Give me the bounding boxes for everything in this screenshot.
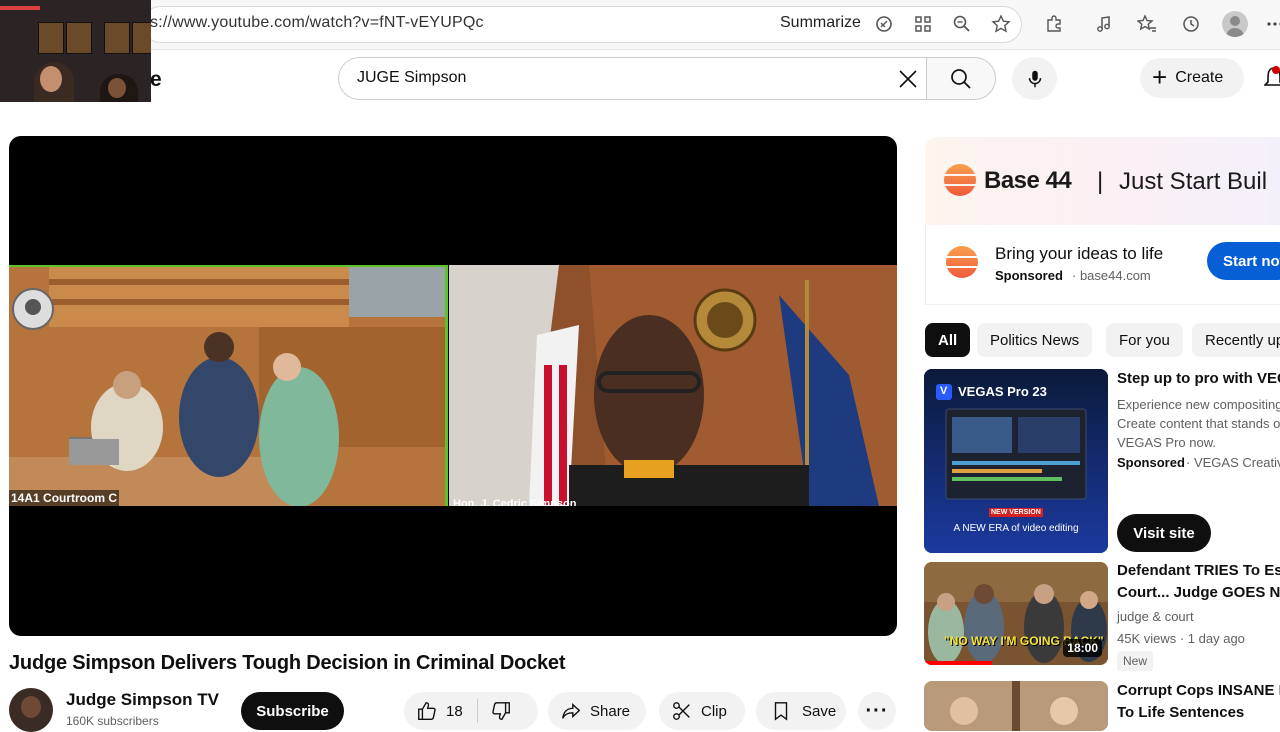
ad-domain: · base44.com — [1072, 268, 1151, 283]
left-feed-caption: 14A1 Courtroom C — [9, 490, 120, 506]
like-thumbs-up-icon[interactable] — [416, 700, 438, 722]
summarize-button[interactable]: Summarize — [780, 14, 861, 32]
favorites-list-icon[interactable] — [1136, 13, 1158, 35]
video-duration: 18:00 — [1063, 639, 1102, 657]
extensions-icon[interactable] — [1043, 13, 1065, 35]
like-count[interactable]: 18 — [446, 703, 463, 720]
thumb-badge: NEW VERSION — [989, 508, 1043, 517]
start-now-button[interactable]: Start now — [1207, 242, 1280, 280]
rec-description: Create content that stands o — [1117, 416, 1280, 431]
voice-search-button[interactable] — [1012, 57, 1057, 100]
rec-sponsor-name: · VEGAS Creative — [1186, 455, 1280, 470]
video-title: Judge Simpson Delivers Tough Decision in… — [9, 652, 566, 674]
share-button[interactable]: Share — [548, 692, 646, 730]
clip-label: Clip — [701, 702, 727, 720]
microphone-icon — [1028, 70, 1041, 87]
clear-search-icon[interactable] — [896, 67, 920, 91]
media-control-icon[interactable] — [1093, 13, 1115, 35]
rec-thumbnail-vegas[interactable]: V VEGAS Pro 23 NEW VERSION A NEW ERA of … — [924, 369, 1108, 553]
ad-advertiser-logo-icon — [946, 246, 978, 278]
search-icon — [951, 68, 971, 89]
favorite-star-icon[interactable] — [990, 13, 1012, 35]
chip-recently-uploaded[interactable]: Recently up — [1192, 323, 1280, 357]
apps-grid-icon[interactable] — [912, 13, 934, 35]
subscriber-count: 160K subscribers — [66, 714, 159, 728]
share-arrow-icon — [562, 703, 581, 719]
ad-headline[interactable]: Bring your ideas to life — [995, 244, 1163, 264]
clip-button[interactable]: Clip — [659, 692, 745, 730]
wall-poster — [38, 22, 64, 54]
rec-description: VEGAS Pro now. — [1117, 435, 1216, 450]
rec-title[interactable]: Corrupt Cops INSANE R — [1117, 680, 1280, 702]
like-dislike-group: 18 — [404, 692, 538, 730]
courtroom-camera-feed: 14A1 Courtroom C — [9, 265, 448, 506]
base44-logo-icon — [944, 164, 976, 196]
channel-name[interactable]: Judge Simpson TV — [66, 690, 219, 710]
address-url[interactable]: s://www.youtube.com/watch?v=fNT-vEYUPQc — [150, 14, 484, 32]
new-badge: New — [1117, 651, 1154, 671]
webcam-overlay — [0, 0, 151, 102]
search-query[interactable]: JUGE Simpson — [357, 69, 466, 87]
scissors-icon — [673, 702, 690, 720]
channel-avatar[interactable] — [9, 688, 53, 732]
ad-brand-divider: | — [1097, 168, 1104, 195]
ad-sponsored-label: Sponsored — [995, 268, 1063, 283]
vegas-v-icon: V — [940, 385, 948, 397]
rec-channel[interactable]: judge & court — [1117, 609, 1194, 624]
youtube-logo[interactable]: e — [150, 68, 162, 92]
rec-sponsored-label: Sponsored — [1117, 455, 1185, 470]
ad-brand-name: Base 44 — [984, 167, 1072, 194]
save-label: Save — [802, 702, 837, 720]
like-divider — [476, 699, 478, 723]
chip-for-you[interactable]: For you — [1106, 323, 1183, 357]
more-actions-button[interactable]: ··· — [858, 692, 896, 730]
rec-title[interactable]: Step up to pro with VEGA — [1117, 368, 1280, 390]
create-label: Create — [1175, 69, 1224, 86]
copilot-icon[interactable] — [873, 13, 895, 35]
thumb-caption: A NEW ERA of video editing — [953, 523, 1079, 534]
judge-camera-feed: Hon. J. Cedric Simpson — [449, 265, 897, 506]
browser-menu-icon[interactable] — [1264, 13, 1280, 35]
search-button[interactable] — [926, 57, 996, 100]
profile-avatar-icon[interactable] — [1222, 11, 1248, 37]
wall-poster — [104, 22, 130, 54]
video-player[interactable]: 14A1 Courtroom C Hon. J. Cedric Simpson — [9, 136, 897, 636]
rec-description: Experience new compositing — [1117, 397, 1280, 412]
history-icon[interactable] — [1180, 13, 1202, 35]
rec-title[interactable]: To Life Sentences — [1117, 702, 1244, 724]
chip-politics-news[interactable]: Politics News — [977, 323, 1093, 357]
bookmark-icon — [774, 702, 788, 721]
notifications-bell-icon[interactable] — [1263, 64, 1280, 92]
chip-all[interactable]: All — [925, 323, 971, 357]
wall-poster — [132, 22, 151, 54]
dislike-thumbs-down-icon[interactable] — [490, 700, 512, 722]
zoom-icon[interactable] — [951, 13, 973, 35]
rec-title[interactable]: Defendant TRIES To Esc — [1117, 560, 1280, 582]
rec-thumbnail-defendant[interactable]: "NO WAY I'M GOING BACK" 18:00 — [924, 562, 1108, 665]
rec-title[interactable]: Court... Judge GOES NU — [1117, 582, 1280, 604]
create-button[interactable]: + Create — [1140, 58, 1244, 98]
right-feed-caption: Hon. J. Cedric Simpson — [453, 498, 577, 506]
share-label: Share — [590, 702, 631, 720]
ad-tagline: Just Start Buil — [1119, 168, 1268, 195]
subscribe-button[interactable]: Subscribe — [241, 692, 344, 730]
visit-site-button[interactable]: Visit site — [1117, 514, 1211, 552]
thumb-brand: VEGAS Pro 23 — [958, 384, 1047, 399]
save-button[interactable]: Save — [756, 692, 846, 730]
wall-poster — [66, 22, 92, 54]
watch-progress-bar — [924, 661, 992, 665]
rec-thumbnail-corrupt-cops[interactable] — [924, 681, 1108, 731]
plus-icon: + — [1152, 61, 1168, 92]
rec-meta: 45K views · 1 day ago — [1117, 631, 1245, 646]
